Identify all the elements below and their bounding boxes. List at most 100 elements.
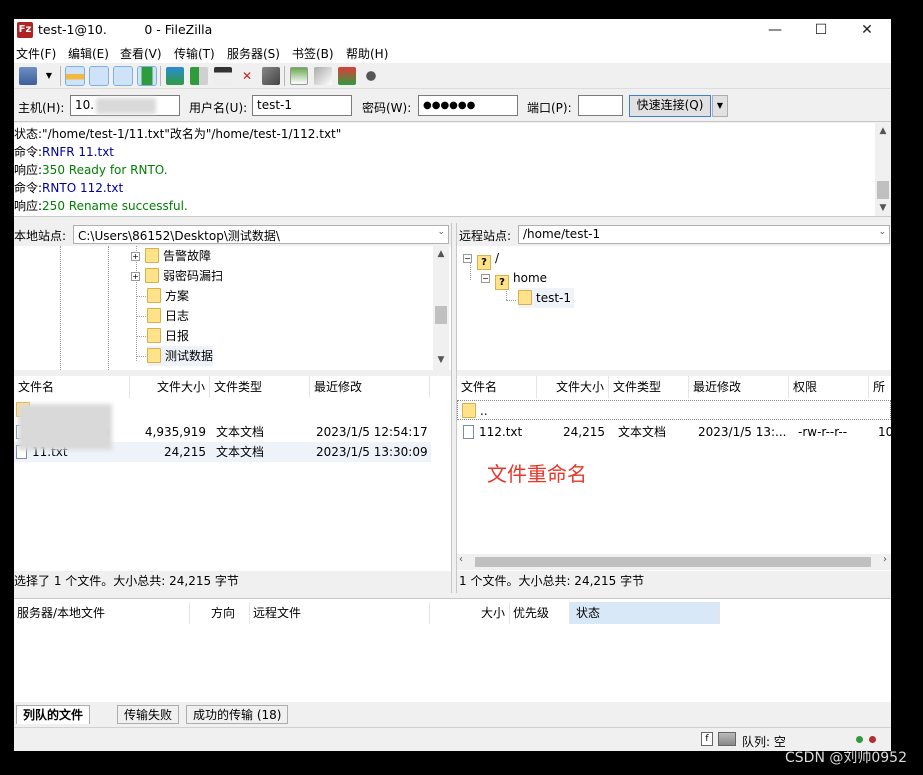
remote-hscrollbar[interactable]: ‹ ›: [457, 554, 891, 570]
window-title: test-1@10. 0 - FileZilla: [38, 22, 213, 37]
log-line: 响应:250 Rename successful.: [14, 199, 188, 213]
collapse-icon[interactable]: −: [481, 274, 490, 283]
file-row-focused[interactable]: ..: [457, 400, 891, 420]
menu-server[interactable]: 服务器(S): [227, 45, 280, 62]
expand-icon[interactable]: +: [131, 252, 140, 261]
process-queue-icon[interactable]: [190, 67, 208, 85]
tree-item[interactable]: −? home: [481, 268, 547, 290]
binoculars-icon[interactable]: [362, 67, 380, 85]
tree-item[interactable]: 日志: [147, 306, 189, 326]
toggle-local-tree-icon[interactable]: [89, 66, 109, 86]
menu-bookmarks[interactable]: 书签(B): [292, 45, 334, 62]
local-site-bar: 本地站点: C:\Users\86152\Desktop\测试数据\ ⌄: [14, 223, 451, 245]
quickconnect-dropdown-icon[interactable]: ▼: [712, 95, 728, 117]
queue-col-status[interactable]: 状态: [570, 602, 720, 624]
menu-transfer[interactable]: 传输(T): [174, 45, 215, 62]
scroll-left-icon[interactable]: ‹: [459, 554, 463, 565]
tree-item-selected[interactable]: test-1: [518, 288, 575, 308]
port-label: 端口(P):: [527, 101, 572, 115]
scroll-right-icon[interactable]: ›: [883, 554, 887, 565]
filter-flag-icon[interactable]: [214, 67, 232, 85]
scroll-thumb[interactable]: [435, 306, 447, 324]
column-header-type[interactable]: 文件类型: [210, 376, 310, 398]
queue-col-priority[interactable]: 优先级: [510, 602, 570, 624]
local-tree-scrollbar[interactable]: ▲ ▼: [433, 246, 449, 370]
scroll-thumb[interactable]: [475, 557, 871, 567]
column-header-size[interactable]: 文件大小: [130, 376, 210, 398]
username-input[interactable]: test-1: [252, 95, 352, 116]
folder-icon: [462, 403, 476, 418]
filter-icon[interactable]: f: [701, 732, 713, 746]
chevron-down-icon[interactable]: ⌄: [437, 227, 445, 237]
column-header-size[interactable]: 文件大小: [537, 376, 609, 398]
tree-item[interactable]: 方案: [147, 286, 189, 306]
quickconnect-bar: 主机(H): 10. 用户名(U): test-1 密码(W): ●●●●●● …: [14, 90, 891, 122]
redaction-blur: [96, 98, 156, 114]
toggle-log-icon[interactable]: [65, 66, 85, 86]
local-site-label: 本地站点:: [14, 229, 67, 243]
column-header-owner[interactable]: 所: [869, 376, 891, 398]
tab-successful-transfers[interactable]: 成功的传输 (18): [186, 705, 289, 724]
tab-failed-transfers[interactable]: 传输失败: [117, 705, 180, 724]
tree-item[interactable]: + 告警故障: [131, 246, 211, 266]
port-input[interactable]: [578, 95, 623, 116]
column-header-type[interactable]: 文件类型: [609, 376, 689, 398]
collapse-icon[interactable]: −: [463, 254, 472, 263]
log-scrollbar[interactable]: ▲ ▼: [875, 123, 891, 216]
filezilla-window: Fz test-1@10. 0 - FileZilla — ☐ ✕ 文件(F) …: [14, 19, 891, 751]
column-header-name[interactable]: 文件名: [457, 376, 537, 398]
tree-item[interactable]: + 弱密码漏扫: [131, 266, 223, 286]
queue-col-server-local[interactable]: 服务器/本地文件: [14, 602, 190, 624]
menu-edit[interactable]: 编辑(E): [68, 45, 109, 62]
local-path-input[interactable]: C:\Users\86152\Desktop\测试数据\ ⌄: [73, 225, 449, 244]
cancel-operation-icon[interactable]: ✕: [238, 67, 256, 85]
scroll-up-icon[interactable]: ▲: [875, 123, 891, 139]
tab-queued-files[interactable]: 列队的文件: [16, 705, 91, 724]
remote-file-list: 文件名 ^ 文件大小 文件类型 最近修改 权限 所 .. 112.txt 24,…: [457, 376, 891, 573]
menu-file[interactable]: 文件(F): [16, 45, 56, 62]
remote-path-input[interactable]: /home/test-1 ⌄: [518, 225, 890, 244]
log-line: 命令:RNTO 112.txt: [14, 181, 124, 195]
column-header-modified[interactable]: 最近修改: [310, 376, 430, 398]
chevron-down-icon[interactable]: ⌄: [878, 227, 886, 237]
toggle-queue-icon[interactable]: [137, 66, 157, 86]
column-header-modified[interactable]: 最近修改: [689, 376, 789, 398]
queue-col-direction[interactable]: 方向: [190, 602, 250, 624]
tree-item[interactable]: 日报: [147, 326, 189, 346]
menu-view[interactable]: 查看(V): [120, 45, 162, 62]
quickconnect-button[interactable]: 快速连接(Q): [629, 95, 711, 117]
search-remote-icon[interactable]: [338, 67, 356, 85]
local-tree: + 告警故障 + 弱密码漏扫 方案 日志 日报 测试数据 ▲ ▼: [14, 246, 451, 370]
minimize-button[interactable]: —: [752, 19, 798, 43]
disconnect-icon[interactable]: [262, 67, 280, 85]
download-led-icon: [869, 736, 876, 743]
maximize-button[interactable]: ☐: [798, 19, 844, 43]
directory-compare-icon[interactable]: [290, 67, 308, 85]
file-row[interactable]: 112.txt 24,215 文本文档 2023/1/5 13:... -rw-…: [457, 422, 891, 442]
expand-icon[interactable]: +: [131, 272, 140, 281]
toggle-remote-tree-icon[interactable]: [113, 66, 133, 86]
log-line: 响应:350 Ready for RNTO.: [14, 163, 168, 177]
scroll-down-icon[interactable]: ▼: [433, 352, 449, 368]
tree-item[interactable]: −? /: [463, 248, 499, 270]
sync-browse-icon[interactable]: [314, 67, 332, 85]
folder-icon: [147, 288, 161, 303]
scroll-up-icon[interactable]: ▲: [433, 246, 449, 262]
scroll-thumb[interactable]: [877, 181, 889, 199]
tree-item-selected[interactable]: 测试数据: [147, 346, 214, 366]
site-manager-dropdown-icon[interactable]: ▼: [40, 67, 58, 85]
site-manager-icon[interactable]: [19, 67, 37, 85]
folder-icon: [147, 328, 161, 343]
watermark: CSDN @刘帅0952: [785, 750, 907, 766]
password-input[interactable]: ●●●●●●: [418, 95, 518, 116]
close-button[interactable]: ✕: [844, 19, 890, 43]
queue-col-size[interactable]: 大小: [430, 602, 510, 624]
menu-help[interactable]: 帮助(H): [346, 45, 388, 62]
scroll-down-icon[interactable]: ▼: [875, 200, 891, 216]
queue-col-remote-file[interactable]: 远程文件: [250, 602, 430, 624]
remote-site-bar: 远程站点: /home/test-1 ⌄: [457, 223, 891, 245]
column-header-permissions[interactable]: 权限: [789, 376, 869, 398]
folder-icon: [145, 248, 159, 263]
panel-splitter[interactable]: [451, 223, 457, 593]
refresh-icon[interactable]: [166, 67, 184, 85]
